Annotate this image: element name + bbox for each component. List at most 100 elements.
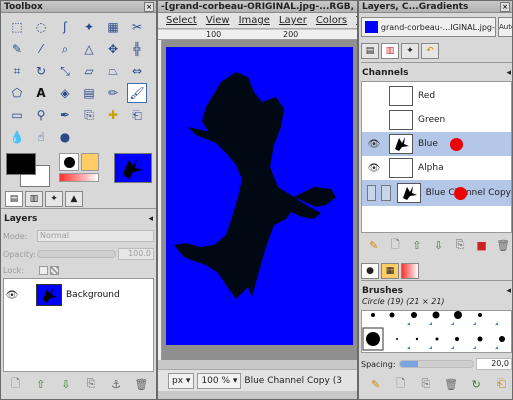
- measure-icon[interactable]: △: [79, 39, 99, 59]
- lower-layer-icon[interactable]: ⇩: [59, 378, 73, 391]
- channel-to-selection-icon[interactable]: ■: [475, 239, 489, 252]
- channel-row-green[interactable]: Green: [362, 108, 511, 132]
- brush-grid[interactable]: [361, 310, 512, 353]
- new-brush-icon[interactable]: 🗋: [394, 375, 408, 394]
- rotate-icon[interactable]: ↻: [31, 61, 51, 81]
- panel-menu-icon[interactable]: ◂: [148, 214, 153, 224]
- color-picker-icon[interactable]: ⁄: [31, 39, 51, 59]
- eye-icon[interactable]: 👁: [366, 139, 382, 150]
- close-icon[interactable]: ×: [144, 1, 154, 12]
- tab-gradients[interactable]: [401, 263, 419, 279]
- menu-colors[interactable]: Colors: [316, 15, 347, 26]
- duplicate-brush-icon[interactable]: ⎘: [419, 377, 433, 391]
- auto-button[interactable]: Auto: [498, 17, 512, 37]
- duplicate-channel-icon[interactable]: ⎘: [453, 238, 467, 252]
- color-select-icon[interactable]: ▦: [103, 17, 123, 37]
- mode-select[interactable]: Normal: [37, 230, 154, 242]
- heal-icon[interactable]: ✚: [103, 105, 123, 125]
- shear-icon[interactable]: ▱: [79, 61, 99, 81]
- lock-alpha-checkbox[interactable]: [50, 265, 59, 275]
- anchor-layer-icon[interactable]: ⚓: [109, 378, 123, 391]
- active-brush-preview[interactable]: [59, 153, 79, 171]
- unit-select[interactable]: px ▾: [168, 372, 195, 389]
- opacity-slider[interactable]: [37, 250, 116, 258]
- new-channel-icon[interactable]: 🗋: [388, 236, 402, 255]
- tab-undo[interactable]: ↶: [421, 43, 439, 59]
- refresh-brushes-icon[interactable]: ↻: [469, 378, 483, 391]
- perspective-icon[interactable]: ⏢: [103, 61, 123, 81]
- new-layer-icon[interactable]: 🗋: [9, 375, 23, 394]
- close-icon[interactable]: ×: [500, 1, 510, 12]
- zoom-select[interactable]: 100 % ▾: [197, 372, 242, 389]
- lower-channel-icon[interactable]: ⇩: [431, 239, 445, 252]
- spacing-spin[interactable]: 20,0: [476, 358, 512, 370]
- bucket-fill-icon[interactable]: ◈: [55, 83, 75, 103]
- clone-icon[interactable]: ⎘: [79, 105, 99, 125]
- tab-paths[interactable]: ✦: [45, 191, 63, 207]
- channel-row-alpha[interactable]: 👁 Alpha: [362, 156, 511, 180]
- image-titlebar[interactable]: -[grand-corbeau-ORIGINAL.jpg-...RGB, 1 l…: [158, 1, 357, 13]
- active-image-preview[interactable]: [114, 153, 152, 183]
- panel-menu-icon[interactable]: ◂: [506, 68, 511, 78]
- flip-icon[interactable]: ⇔: [127, 61, 147, 81]
- fuzzy-select-icon[interactable]: ✦: [79, 17, 99, 37]
- lock-pixels-checkbox[interactable]: [39, 265, 48, 275]
- edit-channel-icon[interactable]: ✎: [367, 239, 381, 252]
- rect-select-icon[interactable]: ⬚: [7, 17, 27, 37]
- scale-icon[interactable]: ⤡: [55, 61, 75, 81]
- chain-box[interactable]: [381, 185, 391, 201]
- align-icon[interactable]: ╬: [127, 39, 147, 59]
- blend-icon[interactable]: ▤: [79, 83, 99, 103]
- airbrush-icon[interactable]: ⚲: [31, 105, 51, 125]
- tab-brushes[interactable]: ●: [361, 263, 379, 279]
- paths-icon[interactable]: ✎: [7, 39, 27, 59]
- opacity-spin[interactable]: 100.0: [118, 248, 154, 260]
- edit-brush-icon[interactable]: ✎: [369, 378, 383, 391]
- menu-layer[interactable]: Layer: [279, 15, 307, 26]
- foreground-color-swatch[interactable]: [6, 153, 36, 175]
- delete-brush-icon[interactable]: 🗑: [444, 378, 458, 391]
- raise-layer-icon[interactable]: ⇧: [34, 378, 48, 391]
- crop-icon[interactable]: ⌗: [7, 61, 27, 81]
- eye-icon[interactable]: 👁: [4, 290, 20, 301]
- image-selector[interactable]: grand-corbeau-...IGINAL.jpg-12: [361, 17, 496, 37]
- menu-select[interactable]: Select: [166, 15, 197, 26]
- menu-image[interactable]: Image: [239, 15, 270, 26]
- tab-patterns[interactable]: ▦: [381, 263, 399, 279]
- ellipse-select-icon[interactable]: ◌: [31, 17, 51, 37]
- canvas-area[interactable]: [162, 40, 357, 360]
- dodge-burn-icon[interactable]: ●: [55, 127, 75, 147]
- ink-icon[interactable]: ✒: [55, 105, 75, 125]
- tab-layers[interactable]: ▤: [5, 191, 23, 207]
- horizontal-ruler[interactable]: 100 200: [158, 30, 357, 40]
- tab-histogram[interactable]: ▲: [65, 191, 83, 207]
- raise-channel-icon[interactable]: ⇧: [410, 239, 424, 252]
- eraser-icon[interactable]: ▭: [7, 105, 27, 125]
- smudge-icon[interactable]: ☝: [31, 127, 51, 147]
- channel-row-blue-copy[interactable]: Blue Channel Copy: [362, 180, 511, 206]
- pencil-icon[interactable]: ✏: [103, 83, 123, 103]
- blur-icon[interactable]: 💧: [7, 127, 27, 147]
- active-gradient-preview[interactable]: [59, 173, 99, 182]
- image-canvas[interactable]: [166, 47, 353, 345]
- scissors-icon[interactable]: ✂: [127, 17, 147, 37]
- tab-layers[interactable]: ▤: [361, 43, 379, 59]
- free-select-icon[interactable]: ʃ: [55, 17, 75, 37]
- toolbox-titlebar[interactable]: Toolbox ×: [1, 1, 156, 13]
- dock-titlebar[interactable]: Layers, C...Gradients ×: [359, 1, 512, 13]
- cage-icon[interactable]: ⬠: [7, 83, 27, 103]
- menu-view[interactable]: View: [206, 15, 230, 26]
- channel-row-red[interactable]: Red: [362, 84, 511, 108]
- paintbrush-icon[interactable]: 🖌: [127, 83, 147, 103]
- channel-row-blue[interactable]: 👁 Blue: [362, 132, 511, 156]
- delete-layer-icon[interactable]: 🗑: [134, 378, 148, 391]
- tab-channels[interactable]: ▥: [381, 43, 399, 59]
- active-pattern-preview[interactable]: [81, 153, 99, 171]
- text-icon[interactable]: A: [31, 83, 51, 103]
- zoom-icon[interactable]: ⌕: [55, 39, 75, 59]
- spacing-slider[interactable]: [399, 360, 474, 368]
- open-brush-icon[interactable]: ⎗: [494, 377, 508, 391]
- tab-paths[interactable]: ✦: [401, 43, 419, 59]
- duplicate-layer-icon[interactable]: ⎘: [84, 377, 98, 391]
- move-icon[interactable]: ✥: [103, 39, 123, 59]
